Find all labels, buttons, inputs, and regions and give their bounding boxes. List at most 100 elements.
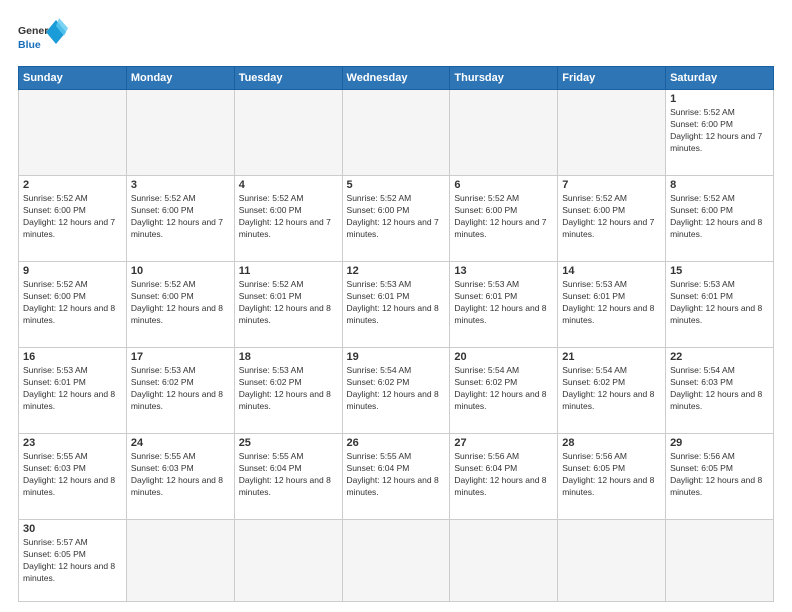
day-number: 30 xyxy=(23,523,122,535)
day-number: 27 xyxy=(454,437,553,449)
col-sunday: Sunday xyxy=(19,67,127,90)
calendar-cell xyxy=(234,90,342,176)
day-info: Sunrise: 5:54 AMSunset: 6:02 PMDaylight:… xyxy=(454,365,553,413)
day-number: 20 xyxy=(454,351,553,363)
day-number: 2 xyxy=(23,179,122,191)
calendar-header-row: Sunday Monday Tuesday Wednesday Thursday… xyxy=(19,67,774,90)
calendar-cell xyxy=(342,520,450,602)
calendar-cell: 8 Sunrise: 5:52 AMSunset: 6:00 PMDaylight… xyxy=(666,176,774,262)
header: General Blue xyxy=(18,18,774,60)
calendar-cell: 27Sunrise: 5:56 AMSunset: 6:04 PMDayligh… xyxy=(450,434,558,520)
day-number: 17 xyxy=(131,351,230,363)
calendar-cell: 7Sunrise: 5:52 AMSunset: 6:00 PMDaylight… xyxy=(558,176,666,262)
day-info: Sunrise: 5:52 AMSunset: 6:00 PMDaylight:… xyxy=(23,279,122,327)
col-thursday: Thursday xyxy=(450,67,558,90)
calendar-cell: 12 Sunrise: 5:53 AMSunset: 6:01 PMDayligh… xyxy=(342,262,450,348)
col-friday: Friday xyxy=(558,67,666,90)
calendar-cell: 24 Sunrise: 5:55 AMSunset: 6:03 PMDayligh… xyxy=(126,434,234,520)
calendar-cell xyxy=(19,90,127,176)
calendar-cell xyxy=(558,520,666,602)
calendar-cell: 6Sunrise: 5:52 AMSunset: 6:00 PMDaylight… xyxy=(450,176,558,262)
day-info: Sunrise: 5:57 AMSunset: 6:05 PMDaylight:… xyxy=(23,537,122,585)
calendar-cell xyxy=(450,520,558,602)
calendar-cell xyxy=(342,90,450,176)
day-info: Sunrise: 5:52 AMSunset: 6:00 PMDaylight:… xyxy=(23,193,122,241)
calendar-week-row: 9 Sunrise: 5:52 AMSunset: 6:00 PMDaylight… xyxy=(19,262,774,348)
logo: General Blue xyxy=(18,18,68,60)
calendar-cell: 13Sunrise: 5:53 AMSunset: 6:01 PMDayligh… xyxy=(450,262,558,348)
day-number: 18 xyxy=(239,351,338,363)
calendar-cell: 20 Sunrise: 5:54 AMSunset: 6:02 PMDayligh… xyxy=(450,348,558,434)
calendar-cell: 23Sunrise: 5:55 AMSunset: 6:03 PMDayligh… xyxy=(19,434,127,520)
day-info: Sunrise: 5:54 AMSunset: 6:02 PMDaylight:… xyxy=(347,365,446,413)
day-number: 13 xyxy=(454,265,553,277)
calendar-cell: 19 Sunrise: 5:54 AMSunset: 6:02 PMDayligh… xyxy=(342,348,450,434)
day-info: Sunrise: 5:52 AMSunset: 6:00 PMDaylight:… xyxy=(670,193,769,241)
day-info: Sunrise: 5:53 AMSunset: 6:01 PMDaylight:… xyxy=(670,279,769,327)
svg-text:Blue: Blue xyxy=(18,39,41,51)
calendar-cell: 14Sunrise: 5:53 AMSunset: 6:01 PMDayligh… xyxy=(558,262,666,348)
calendar-cell: 9 Sunrise: 5:52 AMSunset: 6:00 PMDaylight… xyxy=(19,262,127,348)
day-info: Sunrise: 5:56 AMSunset: 6:05 PMDaylight:… xyxy=(670,451,769,499)
calendar-cell xyxy=(126,520,234,602)
day-info: Sunrise: 5:53 AMSunset: 6:01 PMDaylight:… xyxy=(23,365,122,413)
col-saturday: Saturday xyxy=(666,67,774,90)
calendar-week-row: 2 Sunrise: 5:52 AMSunset: 6:00 PMDaylight… xyxy=(19,176,774,262)
col-monday: Monday xyxy=(126,67,234,90)
day-number: 15 xyxy=(670,265,769,277)
day-number: 22 xyxy=(670,351,769,363)
calendar-cell xyxy=(126,90,234,176)
day-info: Sunrise: 5:53 AMSunset: 6:02 PMDaylight:… xyxy=(239,365,338,413)
calendar-cell xyxy=(234,520,342,602)
day-info: Sunrise: 5:53 AMSunset: 6:02 PMDaylight:… xyxy=(131,365,230,413)
page: General Blue Sunday Monday Tuesday Wedne… xyxy=(0,0,792,612)
day-number: 24 xyxy=(131,437,230,449)
day-number: 26 xyxy=(347,437,446,449)
calendar-cell: 16Sunrise: 5:53 AMSunset: 6:01 PMDayligh… xyxy=(19,348,127,434)
day-number: 8 xyxy=(670,179,769,191)
calendar-cell xyxy=(558,90,666,176)
day-info: Sunrise: 5:55 AMSunset: 6:04 PMDaylight:… xyxy=(347,451,446,499)
day-number: 19 xyxy=(347,351,446,363)
calendar-cell: 15 Sunrise: 5:53 AMSunset: 6:01 PMDayligh… xyxy=(666,262,774,348)
day-info: Sunrise: 5:52 AMSunset: 6:01 PMDaylight:… xyxy=(239,279,338,327)
calendar-week-row: 16Sunrise: 5:53 AMSunset: 6:01 PMDayligh… xyxy=(19,348,774,434)
day-info: Sunrise: 5:53 AMSunset: 6:01 PMDaylight:… xyxy=(347,279,446,327)
col-wednesday: Wednesday xyxy=(342,67,450,90)
day-info: Sunrise: 5:52 AMSunset: 6:00 PMDaylight:… xyxy=(131,279,230,327)
day-info: Sunrise: 5:52 AMSunset: 6:00 PMDaylight:… xyxy=(454,193,553,241)
day-number: 28 xyxy=(562,437,661,449)
day-number: 1 xyxy=(670,93,769,105)
calendar: Sunday Monday Tuesday Wednesday Thursday… xyxy=(18,66,774,602)
calendar-cell: 25 Sunrise: 5:55 AMSunset: 6:04 PMDayligh… xyxy=(234,434,342,520)
day-info: Sunrise: 5:56 AMSunset: 6:05 PMDaylight:… xyxy=(562,451,661,499)
day-number: 12 xyxy=(347,265,446,277)
day-info: Sunrise: 5:52 AMSunset: 6:00 PMDaylight:… xyxy=(347,193,446,241)
logo-icon: General Blue xyxy=(18,18,68,60)
day-number: 29 xyxy=(670,437,769,449)
day-number: 9 xyxy=(23,265,122,277)
day-info: Sunrise: 5:52 AMSunset: 6:00 PMDaylight:… xyxy=(670,107,769,155)
day-info: Sunrise: 5:55 AMSunset: 6:04 PMDaylight:… xyxy=(239,451,338,499)
calendar-cell: 17 Sunrise: 5:53 AMSunset: 6:02 PMDayligh… xyxy=(126,348,234,434)
day-info: Sunrise: 5:55 AMSunset: 6:03 PMDaylight:… xyxy=(131,451,230,499)
calendar-cell xyxy=(666,520,774,602)
day-info: Sunrise: 5:54 AMSunset: 6:02 PMDaylight:… xyxy=(562,365,661,413)
calendar-cell: 5 Sunrise: 5:52 AMSunset: 6:00 PMDaylight… xyxy=(342,176,450,262)
calendar-week-row: 30 Sunrise: 5:57 AMSunset: 6:05 PMDayligh… xyxy=(19,520,774,602)
day-number: 5 xyxy=(347,179,446,191)
calendar-cell xyxy=(450,90,558,176)
day-number: 11 xyxy=(239,265,338,277)
calendar-cell: 30 Sunrise: 5:57 AMSunset: 6:05 PMDayligh… xyxy=(19,520,127,602)
calendar-cell: 22Sunrise: 5:54 AMSunset: 6:03 PMDayligh… xyxy=(666,348,774,434)
day-number: 3 xyxy=(131,179,230,191)
day-number: 7 xyxy=(562,179,661,191)
day-info: Sunrise: 5:52 AMSunset: 6:00 PMDaylight:… xyxy=(131,193,230,241)
calendar-cell: 1 Sunrise: 5:52 AMSunset: 6:00 PMDaylight… xyxy=(666,90,774,176)
calendar-cell: 26 Sunrise: 5:55 AMSunset: 6:04 PMDayligh… xyxy=(342,434,450,520)
day-info: Sunrise: 5:55 AMSunset: 6:03 PMDaylight:… xyxy=(23,451,122,499)
day-number: 25 xyxy=(239,437,338,449)
calendar-cell: 10 Sunrise: 5:52 AMSunset: 6:00 PMDayligh… xyxy=(126,262,234,348)
day-number: 10 xyxy=(131,265,230,277)
calendar-week-row: 1 Sunrise: 5:52 AMSunset: 6:00 PMDaylight… xyxy=(19,90,774,176)
